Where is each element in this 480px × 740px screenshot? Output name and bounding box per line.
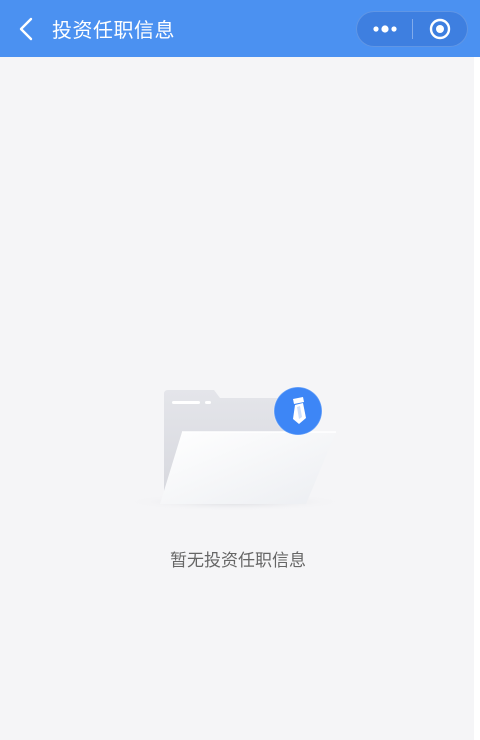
more-dots-icon bbox=[372, 25, 397, 33]
mini-program-capsule bbox=[356, 11, 468, 47]
top-navbar: 投资任职信息 bbox=[0, 0, 480, 57]
empty-state-message: 暂无投资任职信息 bbox=[170, 551, 306, 571]
target-close-icon bbox=[429, 18, 451, 40]
empty-illustration bbox=[110, 380, 370, 520]
right-edge-strip bbox=[474, 57, 480, 740]
empty-folder-tie-icon bbox=[123, 386, 347, 511]
close-button[interactable] bbox=[413, 12, 467, 46]
more-button[interactable] bbox=[357, 12, 412, 46]
back-button[interactable] bbox=[6, 0, 46, 57]
page-title: 投资任职信息 bbox=[52, 18, 175, 42]
chevron-left-icon bbox=[19, 17, 33, 40]
